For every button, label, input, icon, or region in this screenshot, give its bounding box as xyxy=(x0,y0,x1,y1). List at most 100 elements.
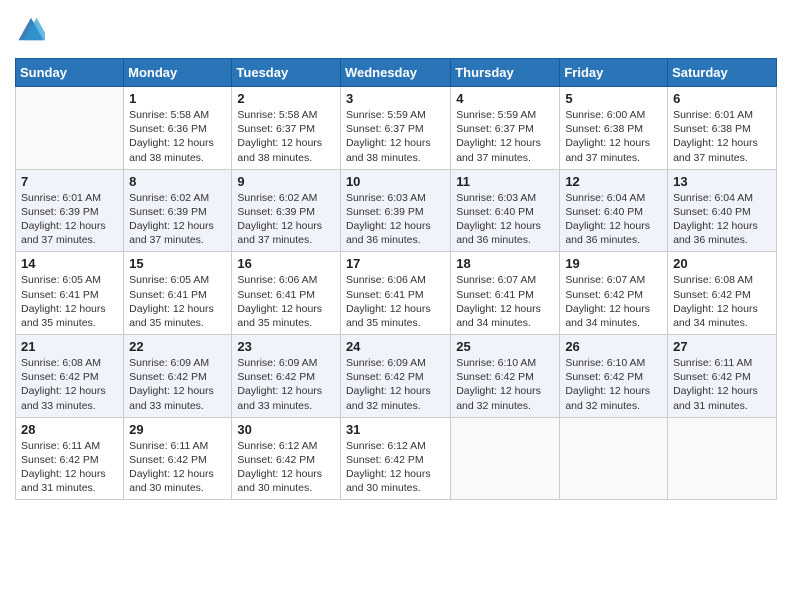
day-number: 7 xyxy=(21,174,118,189)
day-info: Sunrise: 6:12 AMSunset: 6:42 PMDaylight:… xyxy=(346,439,445,496)
day-info: Sunrise: 6:01 AMSunset: 6:38 PMDaylight:… xyxy=(673,108,771,165)
day-cell: 14Sunrise: 6:05 AMSunset: 6:41 PMDayligh… xyxy=(16,252,124,335)
day-info: Sunrise: 6:11 AMSunset: 6:42 PMDaylight:… xyxy=(129,439,226,496)
day-number: 24 xyxy=(346,339,445,354)
day-number: 26 xyxy=(565,339,662,354)
day-cell: 5 Sunrise: 6:00 AMSunset: 6:38 PMDaylight… xyxy=(560,87,668,170)
logo-icon xyxy=(17,15,45,43)
calendar-table: SundayMondayTuesdayWednesdayThursdayFrid… xyxy=(15,58,777,500)
day-info: Sunrise: 6:07 AMSunset: 6:42 PMDaylight:… xyxy=(565,273,662,330)
day-cell xyxy=(668,417,777,500)
day-info: Sunrise: 6:09 AMSunset: 6:42 PMDaylight:… xyxy=(346,356,445,413)
day-number: 31 xyxy=(346,422,445,437)
day-info: Sunrise: 5:58 AMSunset: 6:36 PMDaylight:… xyxy=(129,108,226,165)
week-row-5: 28 Sunrise: 6:11 AMSunset: 6:42 PMDayligh… xyxy=(16,417,777,500)
day-cell: 17 Sunrise: 6:06 AMSunset: 6:41 PMDayligh… xyxy=(340,252,450,335)
day-cell: 12Sunrise: 6:04 AMSunset: 6:40 PMDayligh… xyxy=(560,169,668,252)
day-info: Sunrise: 6:12 AMSunset: 6:42 PMDaylight:… xyxy=(237,439,335,496)
week-row-3: 14Sunrise: 6:05 AMSunset: 6:41 PMDayligh… xyxy=(16,252,777,335)
day-number: 19 xyxy=(565,256,662,271)
day-cell: 15Sunrise: 6:05 AMSunset: 6:41 PMDayligh… xyxy=(124,252,232,335)
day-cell xyxy=(560,417,668,500)
day-cell: 8 Sunrise: 6:02 AMSunset: 6:39 PMDaylight… xyxy=(124,169,232,252)
day-number: 8 xyxy=(129,174,226,189)
day-info: Sunrise: 6:04 AMSunset: 6:40 PMDaylight:… xyxy=(673,191,771,248)
day-cell: 3 Sunrise: 5:59 AMSunset: 6:37 PMDaylight… xyxy=(340,87,450,170)
day-info: Sunrise: 6:11 AMSunset: 6:42 PMDaylight:… xyxy=(673,356,771,413)
day-cell: 4 Sunrise: 5:59 AMSunset: 6:37 PMDaylight… xyxy=(451,87,560,170)
day-number: 18 xyxy=(456,256,554,271)
day-info: Sunrise: 6:08 AMSunset: 6:42 PMDaylight:… xyxy=(673,273,771,330)
day-cell: 20 Sunrise: 6:08 AMSunset: 6:42 PMDayligh… xyxy=(668,252,777,335)
week-row-2: 7 Sunrise: 6:01 AMSunset: 6:39 PMDaylight… xyxy=(16,169,777,252)
day-cell: 18 Sunrise: 6:07 AMSunset: 6:41 PMDayligh… xyxy=(451,252,560,335)
day-cell: 9 Sunrise: 6:02 AMSunset: 6:39 PMDaylight… xyxy=(232,169,341,252)
day-cell: 1 Sunrise: 5:58 AMSunset: 6:36 PMDaylight… xyxy=(124,87,232,170)
day-cell xyxy=(16,87,124,170)
weekday-header-row: SundayMondayTuesdayWednesdayThursdayFrid… xyxy=(16,59,777,87)
day-info: Sunrise: 6:03 AMSunset: 6:39 PMDaylight:… xyxy=(346,191,445,248)
weekday-friday: Friday xyxy=(560,59,668,87)
day-cell: 13 Sunrise: 6:04 AMSunset: 6:40 PMDayligh… xyxy=(668,169,777,252)
day-number: 5 xyxy=(565,91,662,106)
day-cell: 27 Sunrise: 6:11 AMSunset: 6:42 PMDayligh… xyxy=(668,335,777,418)
day-number: 30 xyxy=(237,422,335,437)
day-number: 6 xyxy=(673,91,771,106)
day-cell: 11 Sunrise: 6:03 AMSunset: 6:40 PMDayligh… xyxy=(451,169,560,252)
day-number: 20 xyxy=(673,256,771,271)
day-cell: 21 Sunrise: 6:08 AMSunset: 6:42 PMDayligh… xyxy=(16,335,124,418)
day-number: 3 xyxy=(346,91,445,106)
day-cell: 24 Sunrise: 6:09 AMSunset: 6:42 PMDayligh… xyxy=(340,335,450,418)
page: SundayMondayTuesdayWednesdayThursdayFrid… xyxy=(0,0,792,612)
day-number: 25 xyxy=(456,339,554,354)
day-cell: 28 Sunrise: 6:11 AMSunset: 6:42 PMDayligh… xyxy=(16,417,124,500)
day-info: Sunrise: 6:09 AMSunset: 6:42 PMDaylight:… xyxy=(129,356,226,413)
day-number: 28 xyxy=(21,422,118,437)
day-info: Sunrise: 6:00 AMSunset: 6:38 PMDaylight:… xyxy=(565,108,662,165)
header xyxy=(15,15,777,48)
weekday-wednesday: Wednesday xyxy=(340,59,450,87)
weekday-sunday: Sunday xyxy=(16,59,124,87)
weekday-saturday: Saturday xyxy=(668,59,777,87)
day-number: 11 xyxy=(456,174,554,189)
day-info: Sunrise: 6:09 AMSunset: 6:42 PMDaylight:… xyxy=(237,356,335,413)
day-info: Sunrise: 6:10 AMSunset: 6:42 PMDaylight:… xyxy=(565,356,662,413)
day-cell: 7 Sunrise: 6:01 AMSunset: 6:39 PMDaylight… xyxy=(16,169,124,252)
day-number: 14 xyxy=(21,256,118,271)
day-number: 27 xyxy=(673,339,771,354)
day-cell: 6 Sunrise: 6:01 AMSunset: 6:38 PMDaylight… xyxy=(668,87,777,170)
day-number: 9 xyxy=(237,174,335,189)
weekday-thursday: Thursday xyxy=(451,59,560,87)
day-number: 21 xyxy=(21,339,118,354)
day-number: 23 xyxy=(237,339,335,354)
day-info: Sunrise: 6:06 AMSunset: 6:41 PMDaylight:… xyxy=(237,273,335,330)
day-info: Sunrise: 6:03 AMSunset: 6:40 PMDaylight:… xyxy=(456,191,554,248)
day-cell: 16 Sunrise: 6:06 AMSunset: 6:41 PMDayligh… xyxy=(232,252,341,335)
day-number: 1 xyxy=(129,91,226,106)
day-info: Sunrise: 6:01 AMSunset: 6:39 PMDaylight:… xyxy=(21,191,118,248)
day-info: Sunrise: 5:58 AMSunset: 6:37 PMDaylight:… xyxy=(237,108,335,165)
day-cell: 31 Sunrise: 6:12 AMSunset: 6:42 PMDayligh… xyxy=(340,417,450,500)
day-info: Sunrise: 6:02 AMSunset: 6:39 PMDaylight:… xyxy=(237,191,335,248)
day-number: 15 xyxy=(129,256,226,271)
day-cell: 29 Sunrise: 6:11 AMSunset: 6:42 PMDayligh… xyxy=(124,417,232,500)
day-info: Sunrise: 5:59 AMSunset: 6:37 PMDaylight:… xyxy=(346,108,445,165)
day-cell: 22Sunrise: 6:09 AMSunset: 6:42 PMDayligh… xyxy=(124,335,232,418)
day-info: Sunrise: 6:08 AMSunset: 6:42 PMDaylight:… xyxy=(21,356,118,413)
day-number: 16 xyxy=(237,256,335,271)
day-info: Sunrise: 6:06 AMSunset: 6:41 PMDaylight:… xyxy=(346,273,445,330)
day-number: 29 xyxy=(129,422,226,437)
day-info: Sunrise: 6:11 AMSunset: 6:42 PMDaylight:… xyxy=(21,439,118,496)
day-number: 4 xyxy=(456,91,554,106)
day-number: 12 xyxy=(565,174,662,189)
day-info: Sunrise: 5:59 AMSunset: 6:37 PMDaylight:… xyxy=(456,108,554,165)
day-number: 17 xyxy=(346,256,445,271)
day-info: Sunrise: 6:02 AMSunset: 6:39 PMDaylight:… xyxy=(129,191,226,248)
day-number: 10 xyxy=(346,174,445,189)
day-cell: 26 Sunrise: 6:10 AMSunset: 6:42 PMDayligh… xyxy=(560,335,668,418)
day-cell: 23 Sunrise: 6:09 AMSunset: 6:42 PMDayligh… xyxy=(232,335,341,418)
day-cell: 2Sunrise: 5:58 AMSunset: 6:37 PMDaylight… xyxy=(232,87,341,170)
day-info: Sunrise: 6:07 AMSunset: 6:41 PMDaylight:… xyxy=(456,273,554,330)
day-number: 13 xyxy=(673,174,771,189)
day-cell xyxy=(451,417,560,500)
